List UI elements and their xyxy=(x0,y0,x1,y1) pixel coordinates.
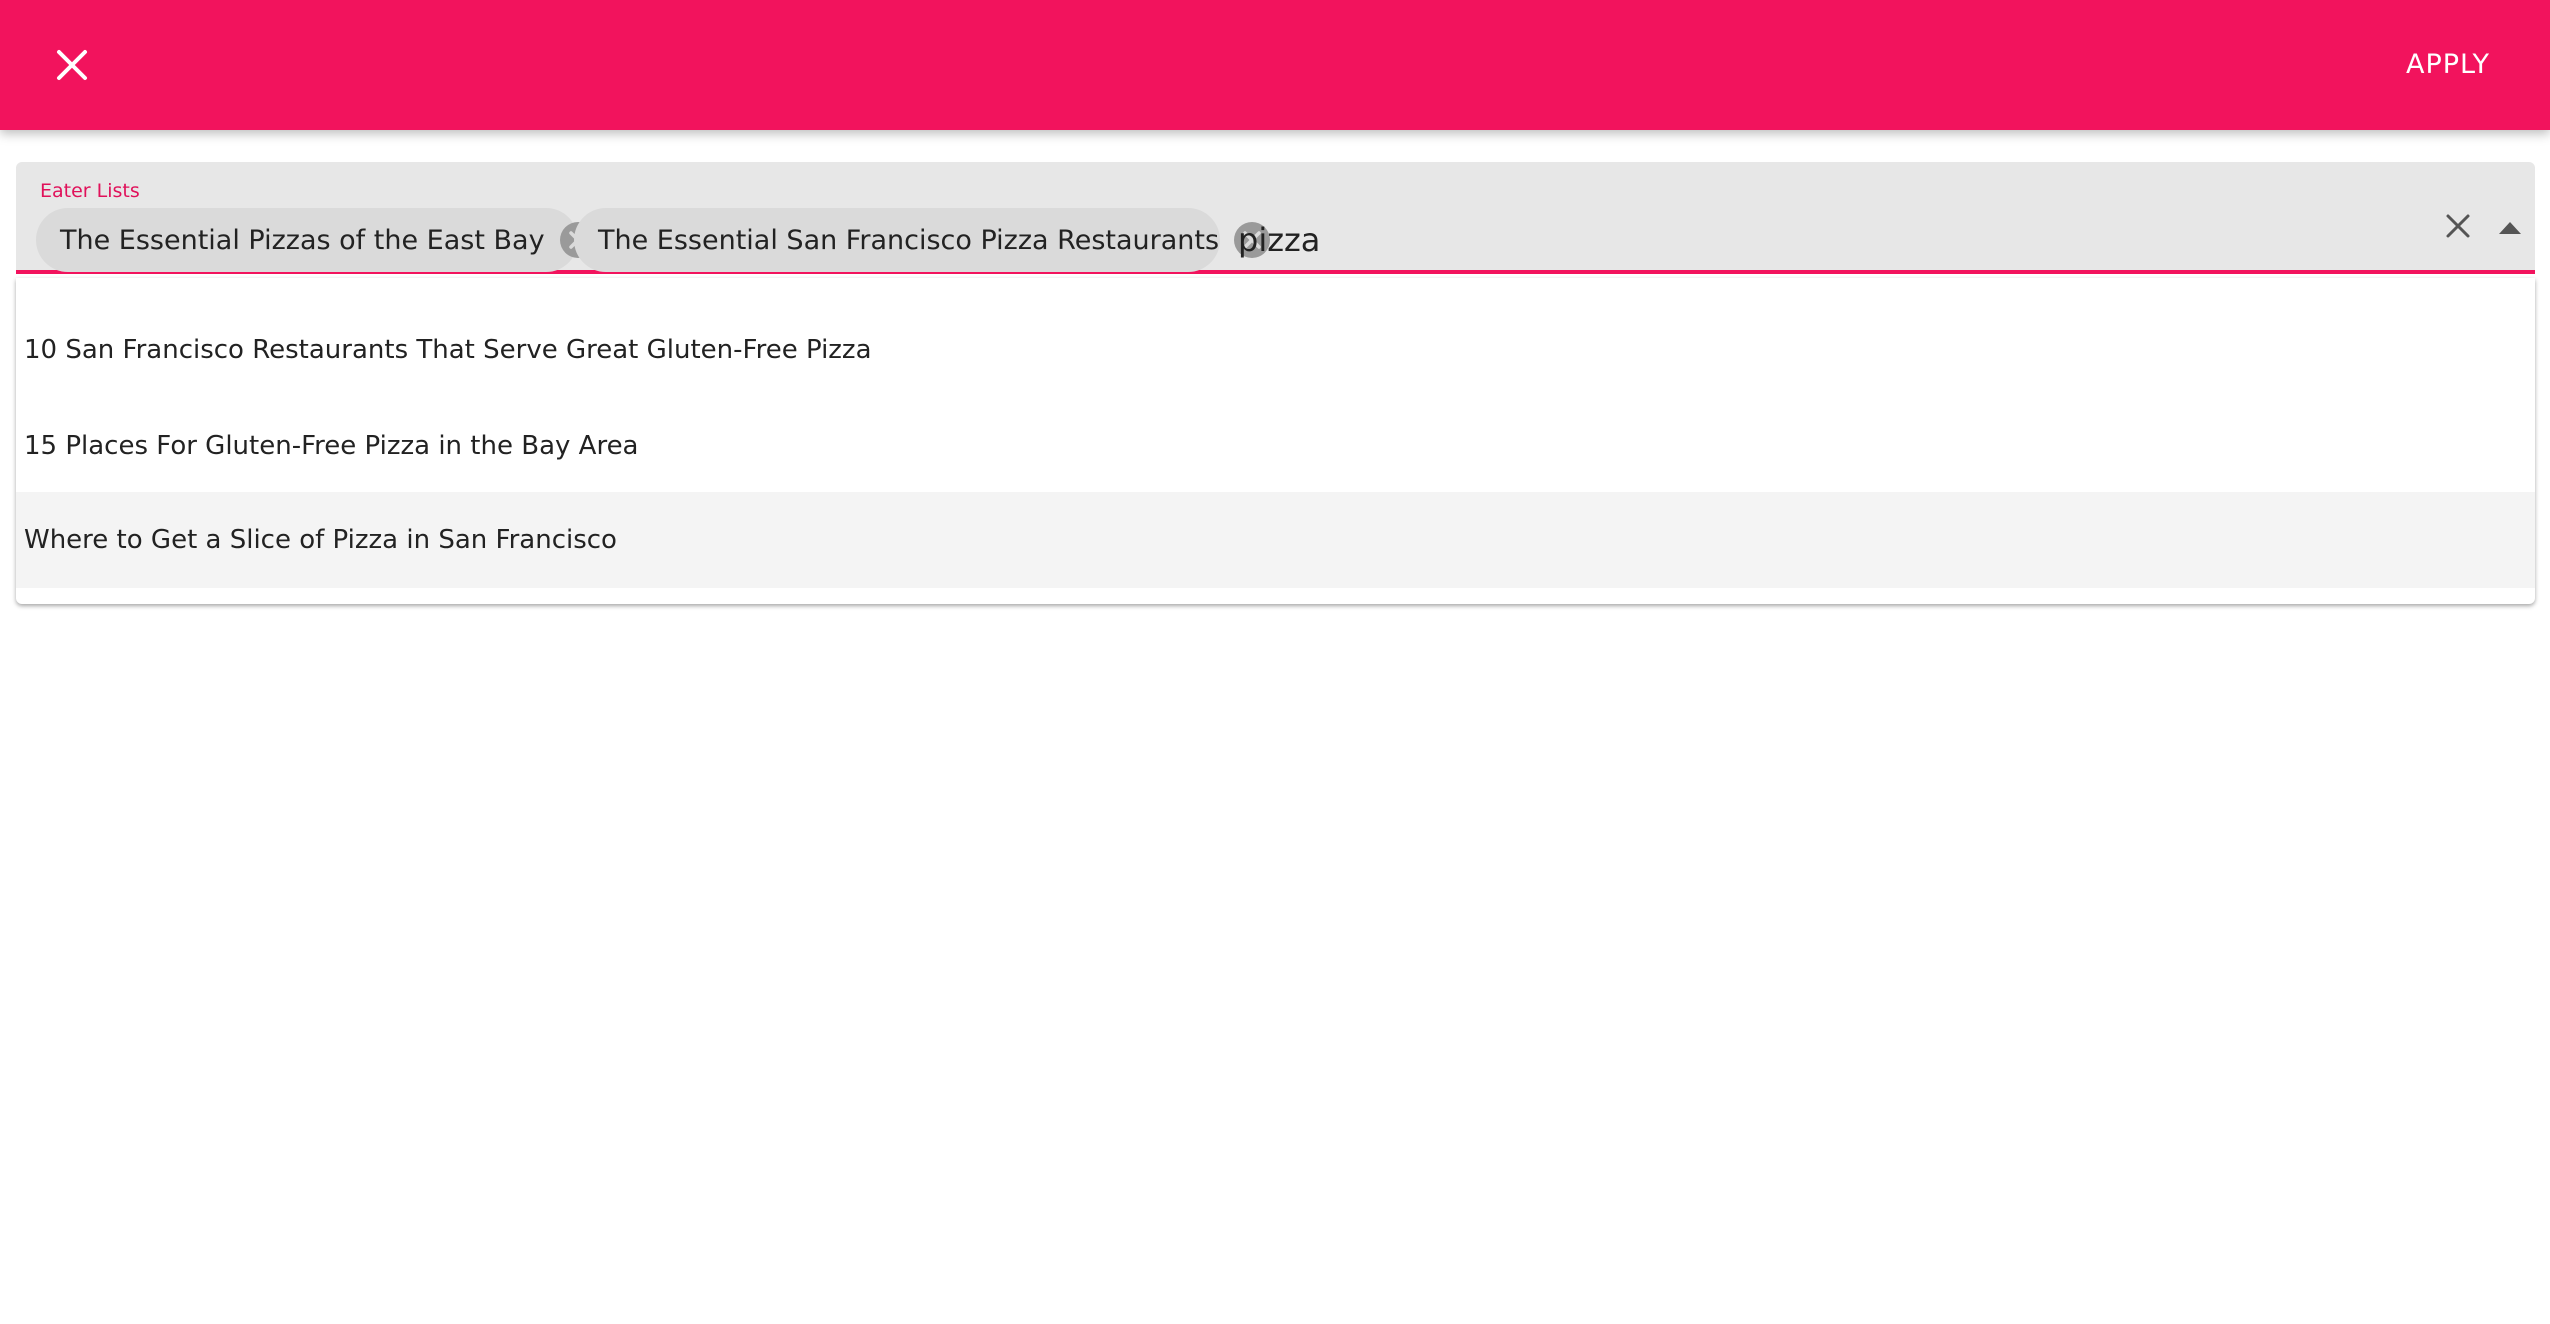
top-app-bar: APPLY xyxy=(0,0,2550,130)
apply-button[interactable]: APPLY xyxy=(2406,42,2490,88)
selected-chip: The Essential Pizzas of the East Bay xyxy=(36,208,596,272)
close-icon xyxy=(57,50,87,80)
arrow-up-icon xyxy=(2499,222,2521,234)
dropdown-toggle-button[interactable] xyxy=(2488,206,2532,250)
search-input[interactable] xyxy=(1238,208,2388,272)
close-icon xyxy=(2446,214,2470,238)
option-item-highlighted[interactable]: Where to Get a Slice of Pizza in San Fra… xyxy=(16,492,2535,588)
chip-label: The Essential Pizzas of the East Bay xyxy=(60,224,545,256)
option-item[interactable]: 15 Places For Gluten-Free Pizza in the B… xyxy=(16,398,2535,494)
close-button[interactable] xyxy=(40,33,104,97)
clear-button[interactable] xyxy=(2436,204,2480,248)
chip-label: The Essential San Francisco Pizza Restau… xyxy=(598,224,1220,256)
autocomplete-options-list: 10 San Francisco Restaurants That Serve … xyxy=(16,278,2535,604)
eater-lists-autocomplete[interactable]: Eater Lists The Essential Pizzas of the … xyxy=(16,162,2535,274)
selected-chip: The Essential San Francisco Pizza Restau… xyxy=(574,208,1271,272)
field-label: Eater Lists xyxy=(40,180,140,202)
option-item[interactable]: 10 San Francisco Restaurants That Serve … xyxy=(16,302,2535,398)
